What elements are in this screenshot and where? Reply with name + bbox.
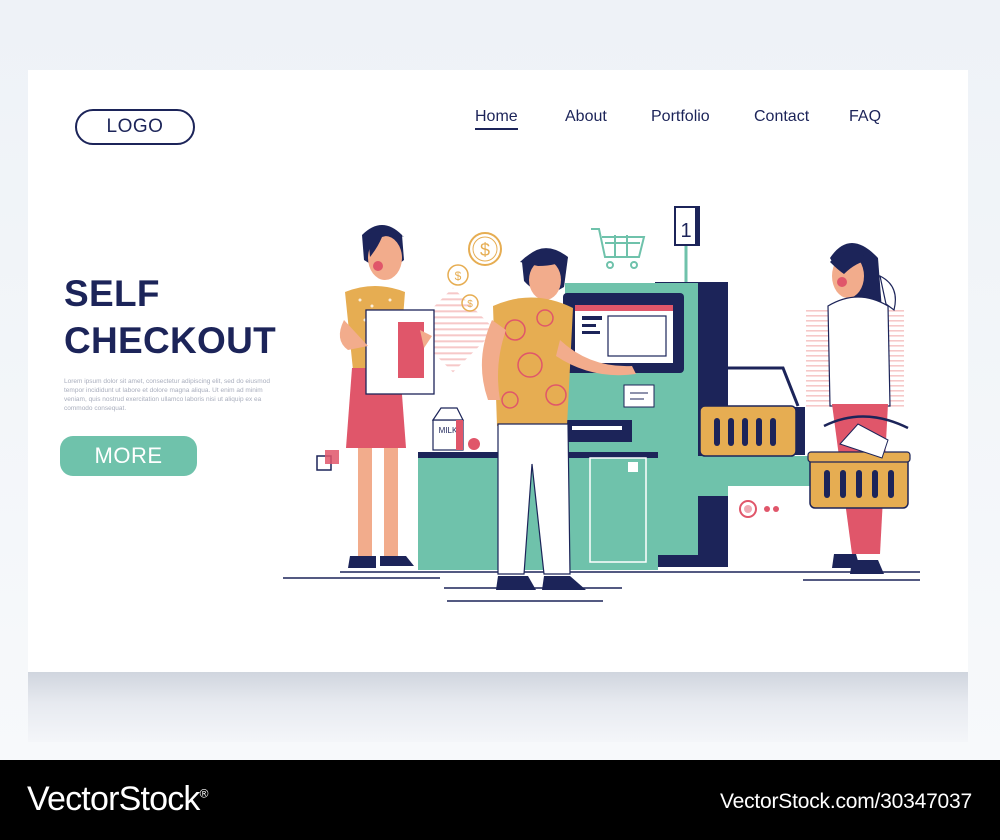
milk-label: MILK: [439, 426, 458, 435]
kiosk-number-sign: 1: [674, 206, 700, 282]
watermark-brand: VectorStock®: [27, 780, 208, 819]
watermark-footer: VectorStock® VectorStock.com/30347037: [0, 760, 1000, 840]
shopping-cart-icon: [591, 228, 646, 269]
svg-text:$: $: [467, 299, 473, 310]
watermark-image-id: VectorStock.com/30347037: [719, 790, 972, 813]
self-checkout-illustration: $ $ $ 1 MILK: [283, 206, 920, 602]
floor-lines: [283, 571, 920, 602]
kiosk-number: 1: [680, 220, 691, 242]
svg-text:$: $: [455, 269, 462, 283]
milk-carton: MILK: [431, 407, 480, 451]
svg-text:$: $: [480, 240, 490, 260]
registered-mark: ®: [199, 786, 209, 801]
watermark-brand-text: VectorStock: [27, 780, 200, 818]
